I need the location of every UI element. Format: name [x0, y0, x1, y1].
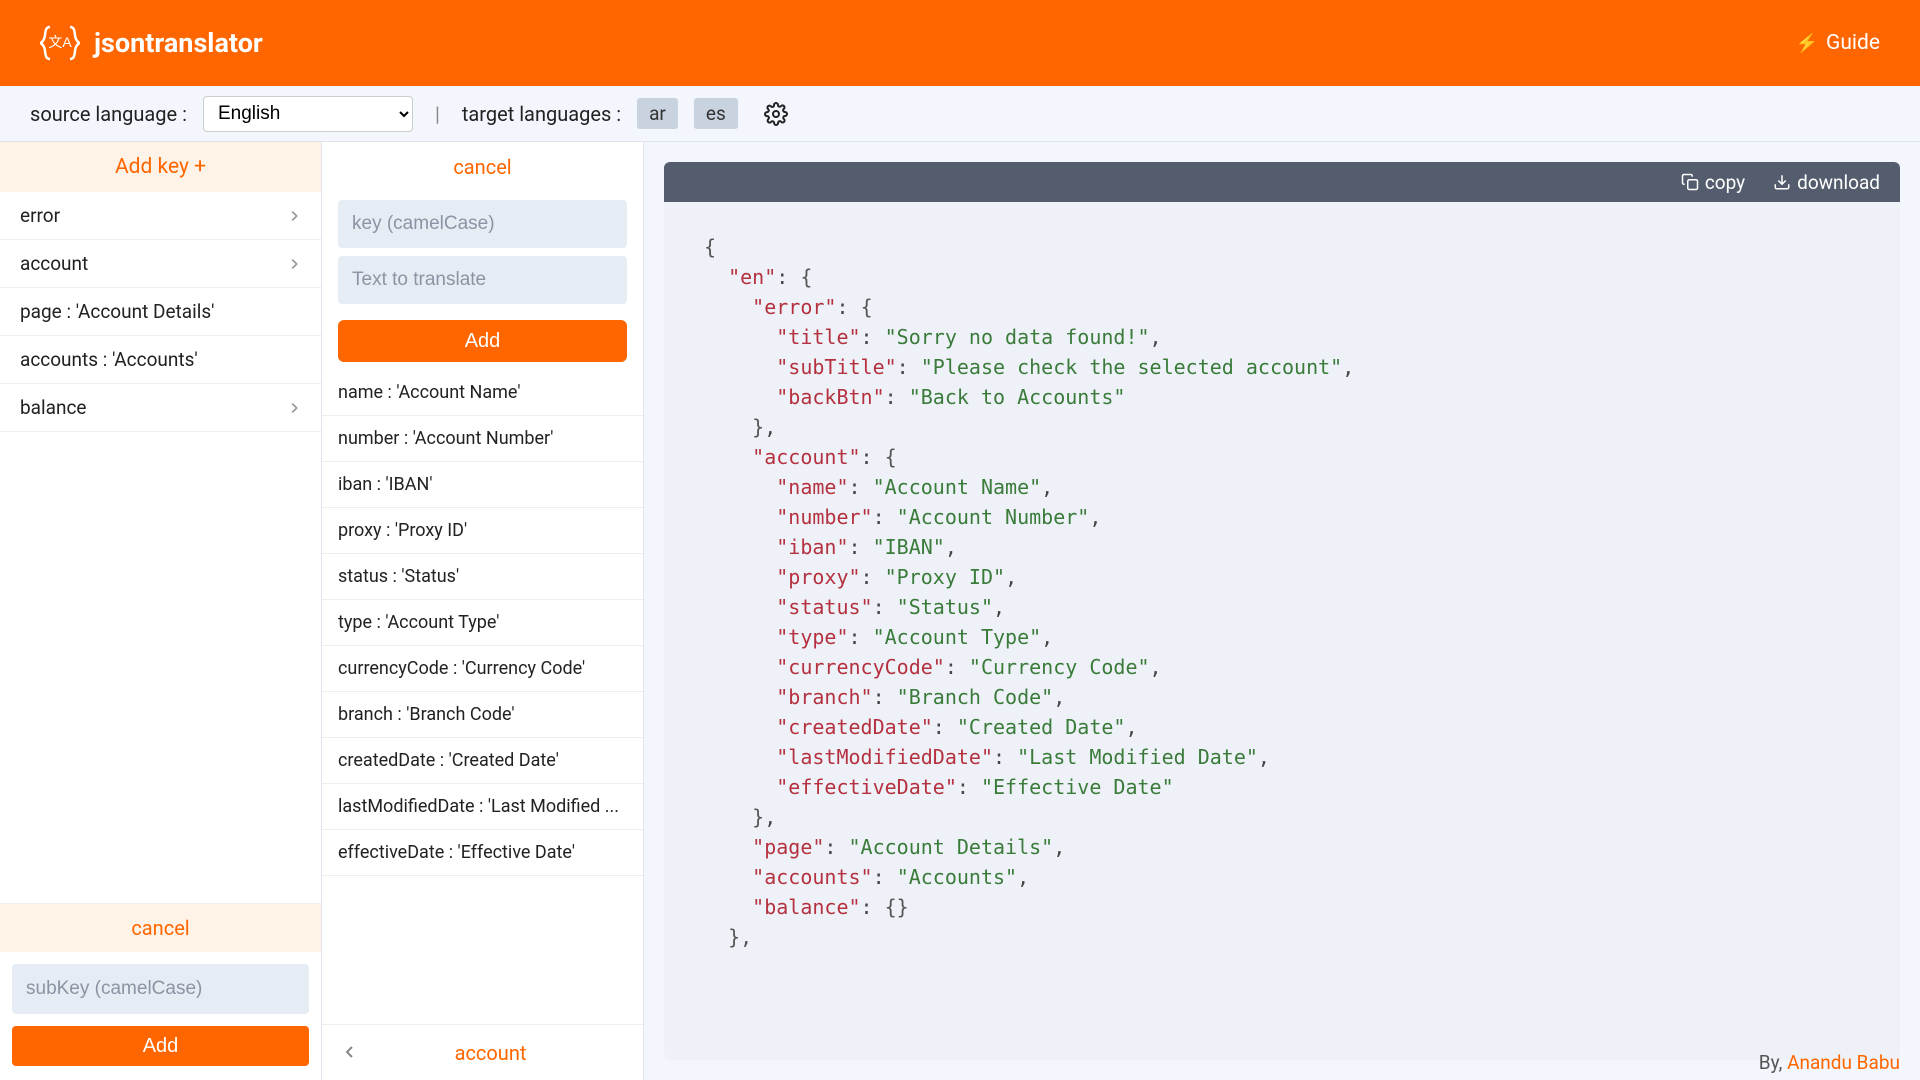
- toolbar: source language : English | target langu…: [0, 86, 1920, 142]
- key-item[interactable]: error: [0, 192, 321, 240]
- translation-item[interactable]: proxy : 'Proxy ID': [322, 508, 643, 554]
- target-languages-label: target languages :: [462, 102, 621, 126]
- text-input[interactable]: [338, 256, 627, 304]
- guide-label: Guide: [1826, 31, 1880, 55]
- key-item[interactable]: account: [0, 240, 321, 288]
- translation-item[interactable]: effectiveDate : 'Effective Date': [322, 830, 643, 876]
- translation-item[interactable]: createdDate : 'Created Date': [322, 738, 643, 784]
- app-header: 文A jsontranslator ⚡ Guide: [0, 0, 1920, 86]
- guide-link[interactable]: ⚡ Guide: [1796, 31, 1880, 55]
- target-lang-chip[interactable]: ar: [637, 98, 678, 129]
- main-body: Add key + erroraccountpage : 'Account De…: [0, 142, 1920, 1080]
- output-column: copy download { "en": { "error": { "titl…: [644, 142, 1920, 1080]
- key-item[interactable]: balance: [0, 384, 321, 432]
- cancel-subkey-button[interactable]: cancel: [0, 904, 321, 952]
- download-button[interactable]: download: [1773, 171, 1880, 194]
- chevron-left-icon: [342, 1044, 358, 1060]
- back-button[interactable]: [342, 1041, 358, 1065]
- subkey-input[interactable]: [12, 964, 309, 1014]
- key-item[interactable]: page : 'Account Details': [0, 288, 321, 336]
- chevron-right-icon: [287, 396, 301, 420]
- key-list: erroraccountpage : 'Account Details'acco…: [0, 192, 321, 903]
- add-subkey-button[interactable]: Add: [12, 1026, 309, 1066]
- translations-list: name : 'Account Name'number : 'Account N…: [322, 370, 643, 1024]
- author-link[interactable]: Anandu Babu: [1787, 1051, 1900, 1074]
- app-name: jsontranslator: [94, 27, 263, 59]
- code-body[interactable]: { "en": { "error": { "title": "Sorry no …: [664, 202, 1900, 1060]
- logo-icon: 文A: [40, 23, 80, 63]
- add-key-button[interactable]: Add key +: [0, 142, 321, 192]
- logo: 文A jsontranslator: [40, 23, 263, 63]
- breadcrumb-footer: account: [322, 1024, 643, 1080]
- translation-item[interactable]: branch : 'Branch Code': [322, 692, 643, 738]
- translation-item[interactable]: currencyCode : 'Currency Code': [322, 646, 643, 692]
- key-input[interactable]: [338, 200, 627, 248]
- translation-item[interactable]: status : 'Status': [322, 554, 643, 600]
- target-lang-chip[interactable]: es: [694, 98, 738, 129]
- keys-column: Add key + erroraccountpage : 'Account De…: [0, 142, 322, 1080]
- translation-item[interactable]: type : 'Account Type': [322, 600, 643, 646]
- chevron-right-icon: [287, 204, 301, 228]
- translation-item[interactable]: iban : 'IBAN': [322, 462, 643, 508]
- svg-text:文A: 文A: [48, 34, 72, 50]
- copy-icon: [1681, 173, 1699, 191]
- breadcrumb: account: [358, 1041, 623, 1065]
- translation-item[interactable]: name : 'Account Name': [322, 370, 643, 416]
- translation-item[interactable]: number : 'Account Number': [322, 416, 643, 462]
- key-item[interactable]: accounts : 'Accounts': [0, 336, 321, 384]
- settings-button[interactable]: [764, 102, 788, 126]
- add-translation-button[interactable]: Add: [338, 320, 627, 362]
- source-language-select[interactable]: English: [203, 96, 413, 132]
- copy-button[interactable]: copy: [1681, 171, 1745, 194]
- footer-credit: By, Anandu Babu: [1759, 1045, 1900, 1080]
- translation-item[interactable]: lastModifiedDate : 'Last Modified ...: [322, 784, 643, 830]
- bolt-icon: ⚡: [1796, 33, 1818, 54]
- col1-footer: cancel Add: [0, 903, 321, 1080]
- gear-icon: [764, 102, 788, 126]
- download-icon: [1773, 173, 1791, 191]
- code-panel: copy download { "en": { "error": { "titl…: [664, 162, 1900, 1060]
- translations-column: cancel Add name : 'Account Name'number :…: [322, 142, 644, 1080]
- cancel-key-button[interactable]: cancel: [322, 142, 643, 192]
- code-toolbar: copy download: [664, 162, 1900, 202]
- separator: |: [435, 102, 440, 126]
- source-language-label: source language :: [30, 102, 187, 126]
- chevron-right-icon: [287, 252, 301, 276]
